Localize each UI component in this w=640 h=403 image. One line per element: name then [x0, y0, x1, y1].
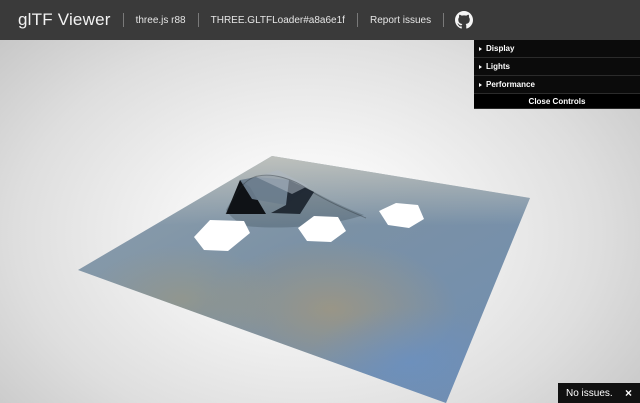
top-header: glTF Viewer three.js r88 THREE.GLTFLoade…	[0, 0, 640, 40]
controls-panel: Display Lights Performance Close Control…	[474, 40, 640, 109]
status-bar: No issues. ×	[558, 383, 640, 403]
header-divider	[197, 13, 199, 27]
controls-folder-performance[interactable]: Performance	[474, 76, 640, 94]
triangle-right-icon	[479, 82, 482, 87]
controls-folder-label: Display	[486, 44, 515, 53]
controls-folder-display[interactable]: Display	[474, 40, 640, 58]
triangle-right-icon	[479, 46, 482, 51]
gltf-viewer-app: glTF Viewer three.js r88 THREE.GLTFLoade…	[0, 0, 640, 403]
header-divider	[356, 13, 358, 27]
controls-folder-label: Performance	[486, 80, 535, 89]
status-message: No issues.	[566, 387, 613, 399]
triangle-right-icon	[479, 64, 482, 69]
header-divider	[443, 13, 445, 27]
close-controls-button[interactable]: Close Controls	[474, 94, 640, 108]
close-icon[interactable]: ×	[625, 387, 632, 399]
github-icon[interactable]	[454, 10, 474, 30]
app-title: glTF Viewer	[18, 10, 111, 29]
controls-folder-lights[interactable]: Lights	[474, 58, 640, 76]
threejs-version-link[interactable]: three.js r88	[124, 15, 198, 26]
header-divider	[122, 13, 124, 27]
controls-folder-label: Lights	[486, 62, 510, 71]
gltfloader-version-link[interactable]: THREE.GLTFLoader#a8a6e1f	[199, 15, 357, 26]
report-issues-link[interactable]: Report issues	[358, 15, 443, 26]
